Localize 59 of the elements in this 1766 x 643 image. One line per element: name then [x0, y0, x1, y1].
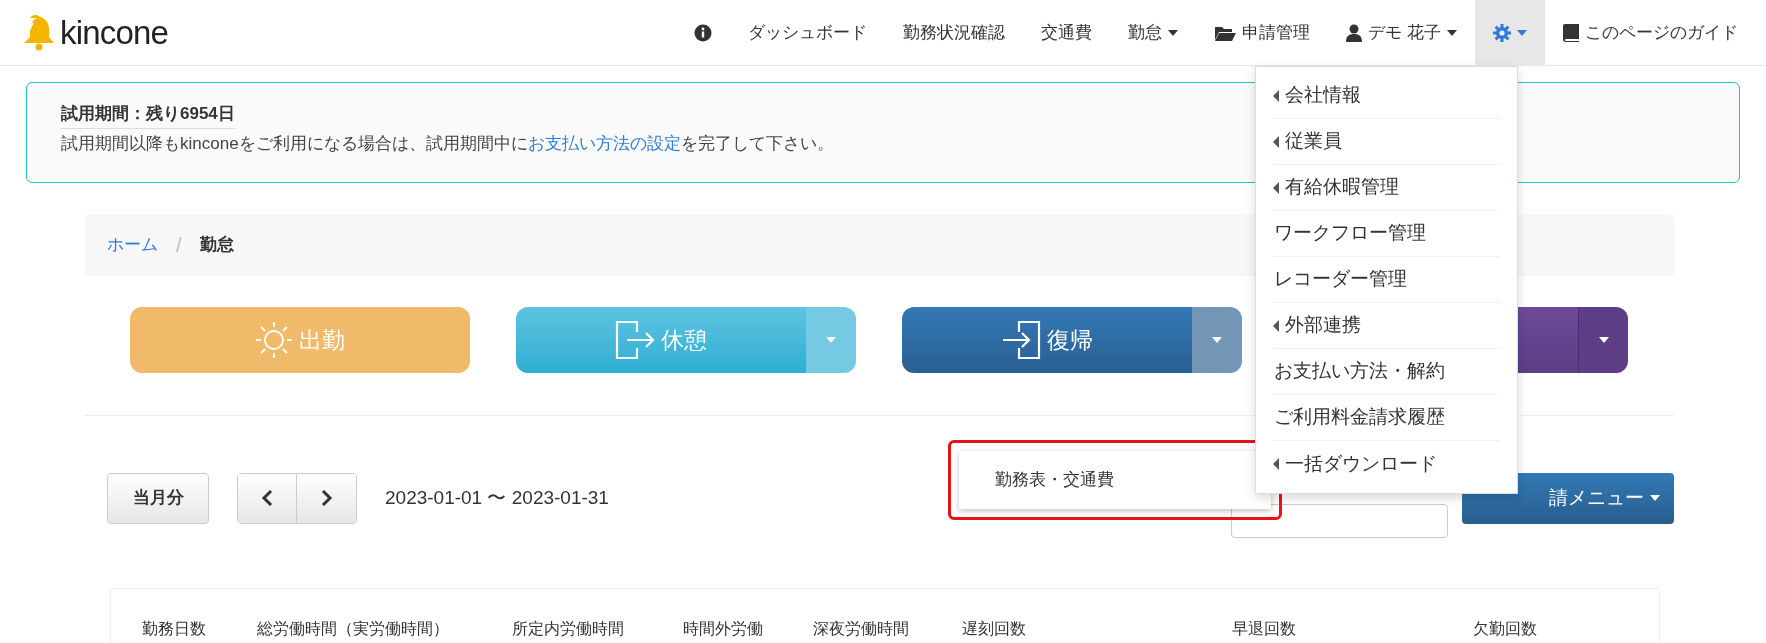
dropdown-toggle[interactable]: [806, 307, 856, 373]
column-header: 総労働時間（実労働時間）: [257, 620, 449, 637]
dropdown-toggle[interactable]: [1192, 307, 1242, 373]
date-range: 2023-01-01 〜 2023-01-31: [385, 485, 609, 510]
menu-item[interactable]: お支払い方法・解約: [1273, 349, 1500, 395]
alert-message: 試用期間以降もkinconeをご利用になる場合は、試用期間中にお支払い方法の設定を完了して下さい。: [61, 132, 834, 155]
column-header: 深夜労働時間: [813, 620, 909, 637]
current-month-button[interactable]: 当月分: [107, 472, 209, 524]
nav-link[interactable]: 勤務状況確認: [885, 0, 1024, 65]
chevron-left-icon: [261, 490, 273, 506]
menu-item[interactable]: 従業員: [1273, 119, 1500, 165]
column-header: 早退回数: [1232, 620, 1296, 637]
nav-link[interactable]: 申請管理: [1196, 0, 1329, 65]
column-header: 遅刻回数: [962, 620, 1026, 637]
column-header: 欠勤回数: [1473, 620, 1537, 637]
folder-icon: [1214, 24, 1237, 41]
breadcrumb-current: 勤怠: [199, 234, 234, 257]
caret-icon: [1650, 495, 1660, 501]
select-button[interactable]: [1231, 504, 1448, 538]
caret-icon: [1517, 29, 1527, 36]
menu-item[interactable]: 有給休暇管理: [1273, 165, 1500, 211]
column-header: 時間外労働: [683, 620, 763, 637]
caret-icon: [1212, 337, 1222, 343]
nav-link[interactable]: デモ 花子: [1328, 0, 1475, 65]
caret-icon: [1598, 337, 1609, 343]
sun-icon: [255, 321, 293, 359]
chevron-right-icon: [320, 490, 333, 506]
punch-button[interactable]: 復帰: [902, 307, 1192, 373]
alert-title: 試用期間：残り6954日: [61, 101, 235, 129]
book-icon: [1563, 23, 1579, 42]
menu-item[interactable]: ワークフロー管理: [1273, 211, 1500, 257]
next-button[interactable]: [297, 473, 356, 523]
menu-item[interactable]: ご利用料金請求履歴: [1273, 395, 1500, 441]
menu-item[interactable]: 外部連携: [1273, 303, 1500, 349]
submenu-item[interactable]: 勤務表・交通費: [959, 451, 1271, 509]
breadcrumb-separator: /: [176, 233, 182, 258]
nav-link[interactable]: 勤怠: [1110, 0, 1197, 65]
settings-icon: [1493, 23, 1511, 42]
menu-item[interactable]: 会社情報: [1273, 73, 1500, 119]
nav-link[interactable]: このページのガイド: [1545, 0, 1756, 65]
nav-link[interactable]: 交通費: [1023, 0, 1111, 65]
payment-settings-link[interactable]: お支払い方法の設定: [527, 133, 681, 153]
user-icon: [1346, 23, 1363, 42]
enter-icon: [1001, 320, 1041, 360]
previous-button[interactable]: [238, 473, 297, 523]
menu-item[interactable]: レコーダー管理: [1273, 257, 1500, 303]
caret-icon: [826, 337, 836, 343]
column-header: 所定内労働時間: [512, 620, 624, 637]
nav-link[interactable]: ダッシュボード: [730, 0, 886, 65]
settings-menu-toggle[interactable]: [1475, 0, 1545, 65]
caret-icon: [1447, 29, 1457, 36]
logo-text[interactable]: kincone: [60, 16, 168, 49]
column-header: 勤務日数: [142, 620, 206, 637]
caret-icon: [1168, 29, 1179, 36]
dropdown-toggle[interactable]: [1578, 307, 1628, 373]
info-icon: [694, 23, 713, 42]
exit-icon: [615, 320, 655, 360]
bell-icon: [22, 13, 56, 52]
breadcrumb-link[interactable]: ホーム: [107, 232, 158, 258]
